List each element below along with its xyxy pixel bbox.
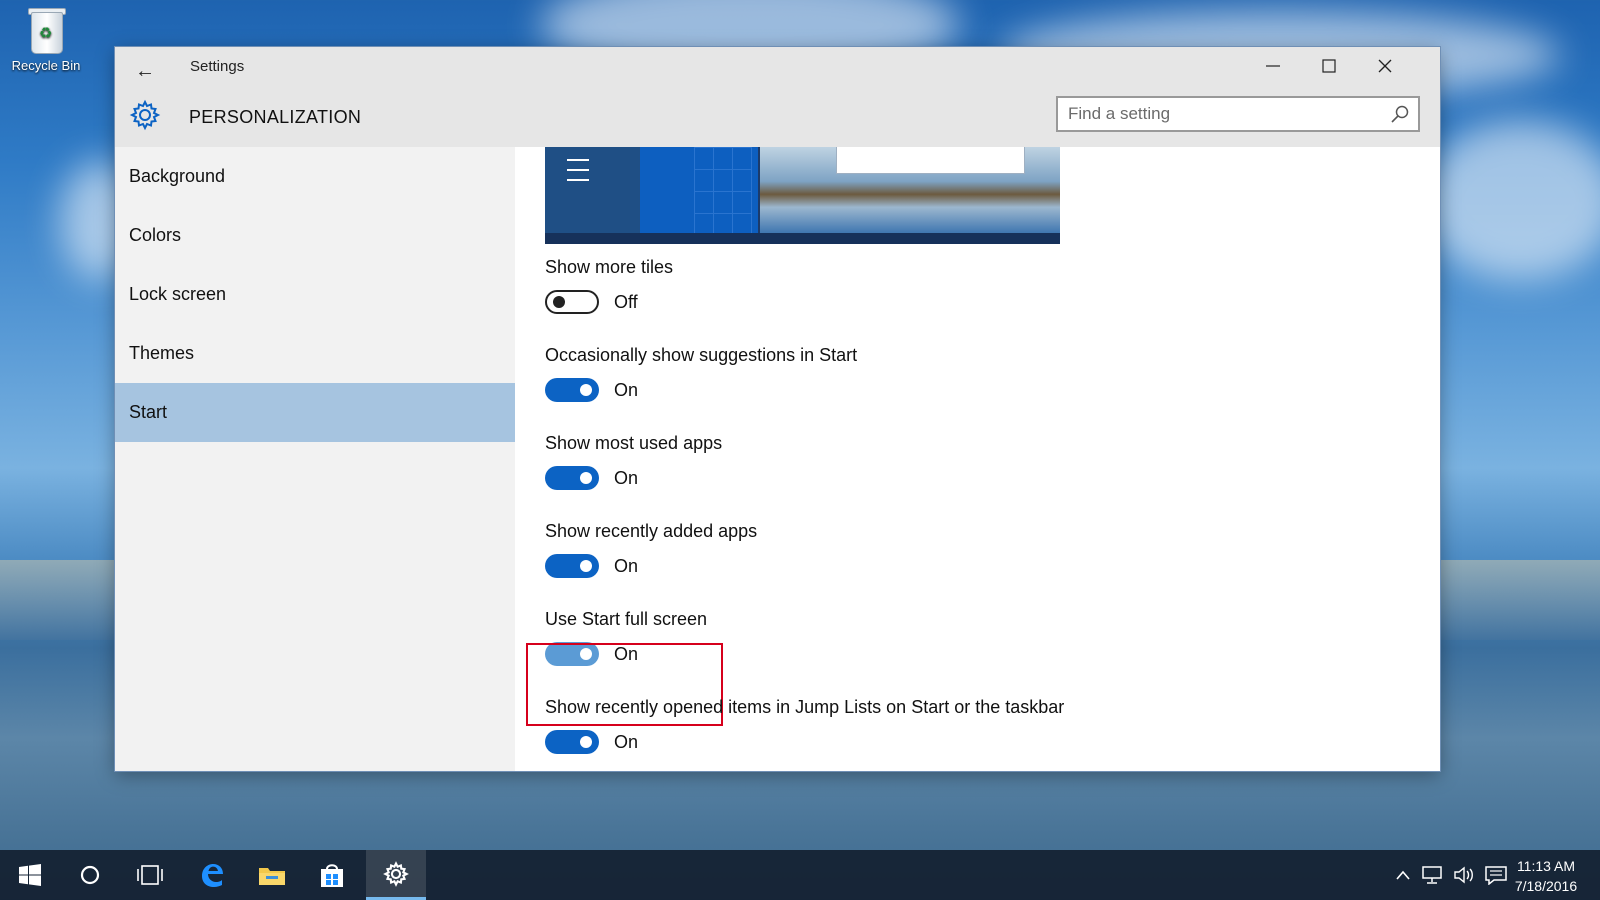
sidebar-item-lock-screen[interactable]: Lock screen (115, 265, 515, 324)
most-used-apps-toggle[interactable]: On (545, 466, 722, 490)
settings-content: Show more tiles Off Occasionally show su… (515, 147, 1440, 771)
network-button[interactable] (1418, 850, 1446, 900)
toggle-state: Off (614, 291, 638, 312)
minimize-button[interactable] (1245, 47, 1301, 85)
settings-icon (383, 860, 409, 887)
toggle-state: On (614, 467, 639, 488)
toggle-switch[interactable] (545, 290, 599, 314)
task-view-icon (137, 865, 163, 885)
setting-most-used-apps: Show most used apps On (545, 433, 722, 490)
sidebar-item-colors[interactable]: Colors (115, 206, 515, 265)
notification-icon (1485, 866, 1507, 885)
recycle-bin[interactable]: ♻ Recycle Bin (6, 6, 86, 73)
setting-jump-lists: Show recently opened items in Jump Lists… (545, 697, 1064, 754)
sidebar-item-label: Themes (129, 343, 195, 363)
sidebar-item-background[interactable]: Background (115, 147, 515, 206)
toggle-switch[interactable] (545, 466, 599, 490)
search-box[interactable] (1056, 96, 1420, 132)
section-title: PERSONALIZATION (189, 107, 362, 127)
setting-label: Show more tiles (545, 257, 674, 277)
sidebar-item-label: Background (129, 166, 226, 186)
recently-added-apps-toggle[interactable]: On (545, 554, 757, 578)
toggle-state: On (614, 555, 639, 576)
file-explorer-icon (259, 868, 285, 885)
sidebar-item-label: Start (129, 402, 168, 422)
file-explorer-button[interactable] (242, 850, 302, 900)
edge-icon (202, 864, 223, 887)
network-icon (1422, 866, 1442, 884)
recycle-bin-label: Recycle Bin (11, 58, 81, 73)
show-hidden-icons-button[interactable] (1392, 850, 1414, 900)
clock[interactable]: 11:13 AM 7/18/2016 (1506, 856, 1586, 896)
cloud (1420, 120, 1600, 280)
chevron-up-icon (1396, 870, 1410, 880)
task-view-button[interactable] (120, 850, 180, 900)
setting-recently-added-apps: Show recently added apps On (545, 521, 757, 578)
app-title: Settings (190, 58, 245, 75)
back-button[interactable]: ← (129, 55, 161, 87)
toggle-state: On (614, 379, 639, 400)
toggle-state: On (614, 731, 639, 752)
jump-lists-toggle[interactable]: On (545, 730, 1064, 754)
toggle-switch[interactable] (545, 730, 599, 754)
settings-window: ← Settings PERSONALIZATION Find a settin… (115, 47, 1440, 771)
setting-label: Occasionally show suggestions in Start (545, 345, 858, 365)
taskbar: 11:13 AM 7/18/2016 (0, 850, 1600, 900)
start-preview-image (545, 147, 1060, 244)
cortana-button[interactable] (60, 850, 120, 900)
toggle-switch[interactable] (545, 554, 599, 578)
title-bar: ← Settings PERSONALIZATION (115, 47, 1440, 147)
setting-label: Show most used apps (545, 433, 723, 453)
settings-taskbar-button[interactable] (366, 850, 426, 900)
volume-icon (1454, 866, 1473, 884)
setting-start-full-screen: Use Start full screen On (545, 609, 707, 666)
sidebar-item-label: Lock screen (129, 284, 227, 304)
minimize-icon (1266, 65, 1280, 67)
clock-time: 11:13 AM (1516, 858, 1576, 874)
search-input[interactable] (1058, 98, 1388, 130)
toggle-state: On (614, 643, 639, 664)
start-full-screen-toggle[interactable]: On (545, 642, 707, 666)
store-button[interactable] (302, 850, 362, 900)
clock-date: 7/18/2016 (1514, 878, 1578, 894)
start-icon (19, 864, 41, 886)
start-button[interactable] (0, 850, 60, 900)
sidebar-item-label: Colors (129, 225, 182, 245)
setting-label: Use Start full screen (545, 609, 708, 629)
maximize-icon (1322, 59, 1336, 73)
setting-show-more-tiles: Show more tiles Off (545, 257, 673, 314)
sidebar: Background Colors Lock screen Themes Sta… (115, 147, 515, 771)
menu-icon (567, 159, 589, 189)
arrow-left-icon: ← (135, 59, 155, 82)
close-icon (1378, 59, 1392, 73)
toggle-switch[interactable] (545, 378, 599, 402)
sidebar-item-themes[interactable]: Themes (115, 324, 515, 383)
edge-button[interactable] (182, 850, 242, 900)
maximize-button[interactable] (1301, 47, 1357, 85)
cortana-icon (80, 865, 100, 885)
store-icon (321, 864, 343, 887)
setting-show-suggestions: Occasionally show suggestions in Start O… (545, 345, 857, 402)
gear-icon (129, 99, 161, 131)
sidebar-item-start[interactable]: Start (115, 383, 515, 442)
search-icon[interactable] (1390, 104, 1410, 124)
close-button[interactable] (1357, 47, 1413, 85)
setting-label: Show recently added apps (545, 521, 758, 541)
recycle-bin-icon: ♻ (27, 6, 66, 54)
show-suggestions-toggle[interactable]: On (545, 378, 857, 402)
setting-label: Show recently opened items in Jump Lists… (545, 697, 1065, 717)
volume-button[interactable] (1450, 850, 1478, 900)
toggle-switch[interactable] (545, 642, 599, 666)
show-more-tiles-toggle[interactable]: Off (545, 290, 673, 314)
